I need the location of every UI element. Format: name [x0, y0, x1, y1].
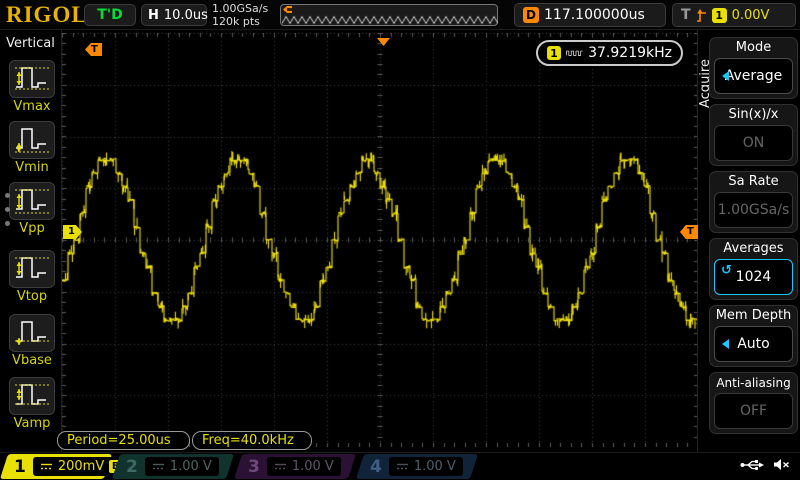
vbase-label: Vbase	[12, 353, 52, 368]
waveform-overview-strip[interactable]	[280, 4, 498, 26]
speaker-muted-icon[interactable]	[773, 458, 790, 471]
frequency-counter: 1 37.9219kHz	[536, 40, 683, 66]
delay-value: 117.100000us	[544, 7, 645, 23]
counter-frequency-value: 37.9219kHz	[588, 45, 672, 61]
vamp-label: Vamp	[13, 416, 51, 431]
vtop-label: Vtop	[16, 289, 48, 304]
counter-source-badge: 1	[547, 46, 561, 60]
softkey-anti-aliasing[interactable]: Anti-aliasing OFF	[709, 372, 798, 434]
channel4-number: 4	[370, 456, 382, 477]
dc-coupling-icon	[152, 463, 164, 470]
vamp-button[interactable]: Vamp	[8, 377, 56, 431]
sample-rate-value: 1.00GSa/s	[212, 2, 269, 15]
channel3-status[interactable]: 3 1.00 V	[233, 454, 357, 479]
horizontal-scale-chip[interactable]: H 10.0us	[141, 4, 208, 26]
vmin-icon	[13, 121, 51, 159]
vbase-icon	[13, 314, 51, 352]
pulse-train-icon	[566, 50, 583, 56]
left-menu-title: Vertical	[6, 36, 55, 51]
dc-coupling-icon	[274, 463, 286, 470]
channel2-status[interactable]: 2 1.00 V	[111, 454, 235, 479]
left-arrow-icon	[722, 339, 729, 349]
channel1-number: 1	[14, 456, 26, 477]
vmax-label: Vmax	[13, 99, 51, 114]
trigger-source-badge: 1	[711, 7, 727, 23]
usb-icon[interactable]	[740, 459, 764, 471]
softkey-averages[interactable]: Averages ↺ 1024	[709, 238, 798, 300]
vamp-icon	[13, 377, 51, 415]
softkey-sa-rate[interactable]: Sa Rate 1.00GSa/s	[709, 171, 798, 233]
channel2-scale: 1.00 V	[169, 459, 212, 474]
vtop-button[interactable]: Vtop	[8, 250, 56, 304]
trigger-level-value: 0.00V	[731, 7, 770, 23]
dc-coupling-icon	[396, 463, 408, 470]
vpp-label: Vpp	[19, 221, 45, 236]
channel2-number: 2	[126, 456, 138, 477]
horizontal-label: H	[148, 7, 159, 23]
delay-badge: D	[523, 7, 539, 23]
vpp-button[interactable]: Vpp	[8, 182, 56, 236]
horizontal-scale-value: 10.0us	[163, 7, 208, 23]
right-soft-menu: Acquire Mode Average Sin(x)/x ON Sa Rate…	[697, 30, 800, 452]
scope-display	[62, 33, 698, 447]
channel-status-bar: 1 200mV B 2 1.0	[0, 452, 800, 480]
channel3-scale: 1.00 V	[291, 459, 334, 474]
vmax-button[interactable]: Vmax	[8, 60, 56, 114]
oscilloscope-screen: RIGOL T'D H 10.0us 1.00GSa/s 120k pts D …	[0, 0, 800, 480]
softkey-mode[interactable]: Mode Average	[709, 37, 798, 99]
trigger-label: T	[681, 7, 691, 23]
vpp-icon	[13, 182, 51, 220]
vmin-label: Vmin	[15, 160, 49, 175]
cycle-icon: ↺	[721, 263, 732, 278]
rising-edge-icon	[696, 8, 706, 22]
brand-logo: RIGOL	[6, 2, 88, 27]
measurement-period[interactable]: Period=25.00us	[57, 431, 190, 450]
dc-coupling-icon	[40, 463, 52, 470]
vmax-icon	[13, 60, 51, 98]
trigger-readout-chip[interactable]: T 1 0.00V	[672, 3, 796, 27]
left-arrow-icon	[722, 71, 729, 81]
channel4-status[interactable]: 4 1.00 V	[355, 454, 479, 479]
channel3-number: 3	[248, 456, 260, 477]
softkey-sinx[interactable]: Sin(x)/x ON	[709, 104, 798, 166]
vbase-button[interactable]: Vbase	[8, 314, 56, 368]
left-measure-menu: Vertical Vmax Vmin Vpp Vtop Vbase Vamp	[0, 30, 62, 452]
channel4-scale: 1.00 V	[413, 459, 456, 474]
memory-points-value: 120k pts	[212, 15, 260, 28]
vmin-button[interactable]: Vmin	[8, 121, 56, 175]
vtop-icon	[13, 250, 51, 288]
overview-waveform	[282, 6, 498, 26]
channel1-status[interactable]: 1 200mV B	[0, 454, 130, 479]
softkey-mem-depth[interactable]: Mem Depth Auto	[709, 305, 798, 367]
channel1-scale: 200mV	[57, 459, 105, 474]
delay-readout-chip[interactable]: D 117.100000us	[514, 3, 666, 27]
trigger-status-badge: T'D	[84, 4, 136, 26]
top-status-bar: RIGOL T'D H 10.0us 1.00GSa/s 120k pts D …	[0, 0, 800, 30]
sample-rate-readout: 1.00GSa/s 120k pts	[212, 2, 268, 28]
menu-scroll-indicator	[5, 193, 10, 226]
measurement-frequency[interactable]: Freq=40.0kHz	[192, 431, 312, 450]
